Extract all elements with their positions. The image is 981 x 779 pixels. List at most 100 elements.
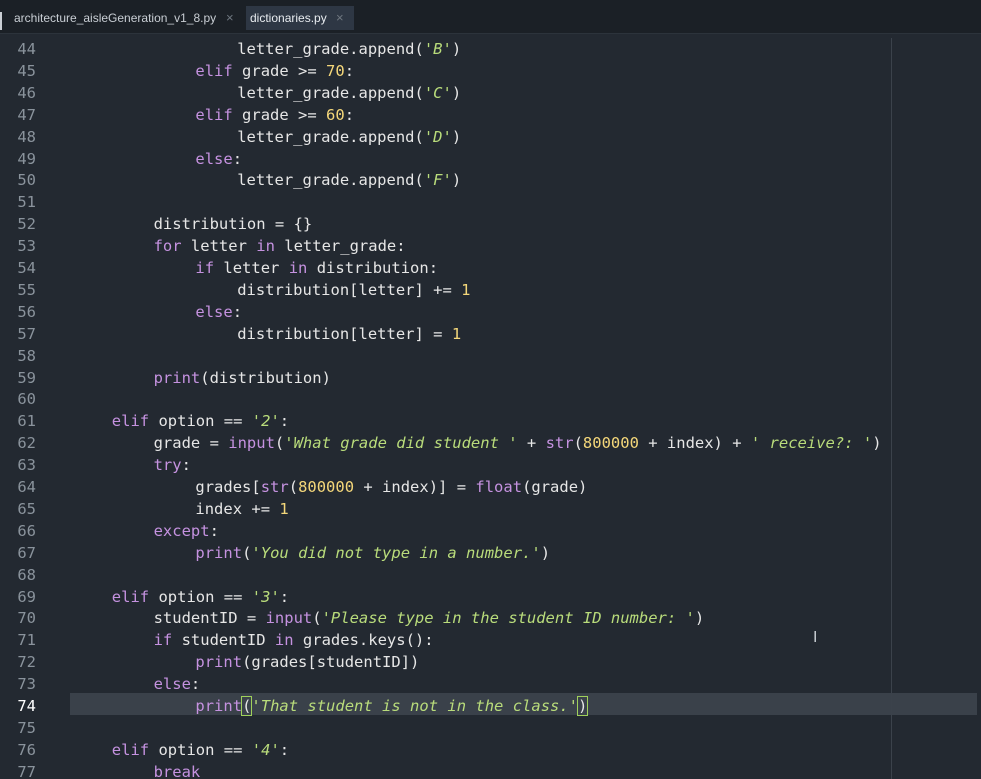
code-token: option == (149, 412, 252, 431)
code-token: letter (181, 237, 257, 256)
code-token: letter_grade.append( (237, 127, 424, 146)
code-token: + index)] = (354, 478, 476, 496)
code-token: distribution[letter] = (237, 324, 452, 343)
code-token: ( (312, 609, 322, 628)
close-icon[interactable]: × (226, 6, 234, 30)
code-token-fn: str (545, 434, 574, 453)
code-line[interactable]: index += 1 (195, 498, 288, 520)
line-number: 76 (17, 740, 36, 759)
code-line[interactable]: else: (195, 301, 242, 323)
code-token: grade >= (232, 61, 327, 80)
code-line[interactable]: except: (154, 520, 219, 542)
code-line[interactable]: elif grade >= 70: (195, 60, 354, 82)
code-line[interactable]: elif option == '3': (112, 586, 289, 608)
bracket-match: ) (576, 696, 589, 716)
code-token-kw: else (153, 675, 191, 694)
code-token-kw: try (153, 456, 182, 475)
code-token: ( (242, 543, 252, 562)
code-token: studentID = (153, 609, 266, 628)
code-token: (grade) (522, 478, 588, 496)
code-token-kw: if (195, 259, 215, 277)
column-ruler (891, 38, 892, 779)
code-line[interactable]: if studentID in grades.keys(): (154, 629, 434, 651)
code-token: ) (694, 609, 705, 628)
code-token-str: 'F' (423, 171, 452, 190)
line-number: 50 (17, 171, 36, 190)
line-number: 66 (17, 521, 36, 540)
code-line[interactable]: letter_grade.append('F') (237, 169, 461, 191)
code-line[interactable]: distribution[letter] = 1 (237, 323, 461, 345)
code-token-fn: print (195, 697, 243, 715)
code-token-str: 'You did not type in a number.' (251, 543, 541, 562)
code-token: grade >= (232, 105, 327, 124)
line-number: 44 (17, 40, 36, 58)
code-text[interactable]: letter_grade.append('B') elif grade >= 70… (70, 38, 981, 779)
code-token-kw: in (274, 631, 294, 650)
code-line[interactable]: elif grade >= 60: (195, 104, 354, 126)
code-token: ) (451, 83, 462, 102)
code-token-kw: if (153, 631, 173, 650)
code-token-str: '2' (251, 412, 280, 431)
code-token-str: ' receive?: ' (750, 434, 873, 453)
code-token-num: 1 (451, 324, 462, 343)
line-number: 53 (17, 237, 36, 256)
code-token-kw: else (195, 149, 233, 168)
code-token: (distribution) (200, 368, 331, 387)
code-token-kw: break (153, 762, 201, 779)
code-line[interactable]: try: (154, 454, 191, 476)
code-token: : (209, 521, 219, 540)
code-token-fn: float (475, 478, 523, 496)
tab-label: architecture_aisleGeneration_v1_8.py (14, 11, 217, 25)
code-line[interactable]: else: (154, 673, 201, 695)
code-token-str: 'Please type in the student ID number: ' (321, 609, 695, 628)
code-token: letter_grade.append( (237, 83, 424, 102)
code-token-num: 800000 (582, 434, 639, 453)
line-number: 48 (17, 127, 36, 146)
tab-architecture-file[interactable]: architecture_aisleGeneration_v1_8.py × (10, 6, 244, 30)
code-line[interactable]: elif option == '4': (112, 739, 289, 761)
code-line[interactable]: if letter in distribution: (195, 257, 438, 279)
tab-dictionaries-file[interactable]: dictionaries.py × (246, 6, 354, 30)
code-line[interactable]: letter_grade.append('B') (237, 38, 461, 60)
code-token-num: 70 (326, 61, 345, 80)
code-token: ) (451, 40, 462, 58)
code-line[interactable]: grade = input('What grade did student ' … (154, 432, 882, 454)
code-token: ) (451, 171, 462, 190)
code-line[interactable]: letter_grade.append('D') (237, 126, 461, 148)
tab-bar: architecture_aisleGeneration_v1_8.py × d… (0, 0, 981, 34)
code-token-str: 'D' (423, 127, 452, 146)
code-line[interactable]: else: (195, 148, 242, 170)
code-line[interactable]: print('You did not type in a number.') (195, 542, 550, 564)
line-number: 52 (17, 215, 36, 234)
code-token: ( (573, 434, 583, 453)
code-line[interactable]: break (154, 761, 201, 779)
code-token: distribution[letter] += (237, 280, 462, 299)
code-token: option == (149, 587, 252, 606)
tab-bar-edge (0, 12, 2, 30)
close-icon[interactable]: × (336, 6, 344, 30)
line-number: 77 (17, 762, 36, 779)
bracket-match: ( (241, 696, 253, 716)
code-line[interactable]: for letter in letter_grade: (154, 235, 406, 257)
code-line[interactable]: print('That student is not in the class.… (195, 695, 589, 717)
code-line[interactable]: print(distribution) (154, 367, 331, 389)
code-line[interactable]: letter_grade.append('C') (237, 82, 461, 104)
code-token: letter_grade: (274, 237, 406, 256)
code-line[interactable]: distribution = {} (154, 213, 313, 235)
code-token-num: 1 (279, 499, 289, 518)
code-line[interactable]: studentID = input('Please type in the st… (154, 607, 705, 629)
code-token: distribution = {} (153, 215, 313, 234)
code-line[interactable]: print(grades[studentID]) (195, 651, 419, 673)
code-line[interactable]: distribution[letter] += 1 (237, 279, 470, 301)
line-number-gutter: 44 45 46 47 48 49 50 51 52 53 54 55 56 57 58 59 60 61 62 63… (0, 38, 66, 779)
code-line[interactable]: elif option == '2': (112, 410, 289, 432)
editor-area[interactable]: 44 45 46 47 48 49 50 51 52 53 54 55 56 57 58 59 60 61 62 63… (0, 38, 981, 779)
line-number: 70 (17, 609, 36, 628)
line-number: 45 (17, 61, 36, 80)
code-line[interactable]: grades[str(800000 + index)] = float(grad… (195, 476, 587, 498)
line-number: 59 (17, 368, 36, 387)
i-beam-cursor-icon: I (813, 628, 818, 646)
code-token: : (181, 456, 191, 475)
code-token: index += (195, 499, 280, 518)
line-number: 71 (17, 631, 36, 650)
